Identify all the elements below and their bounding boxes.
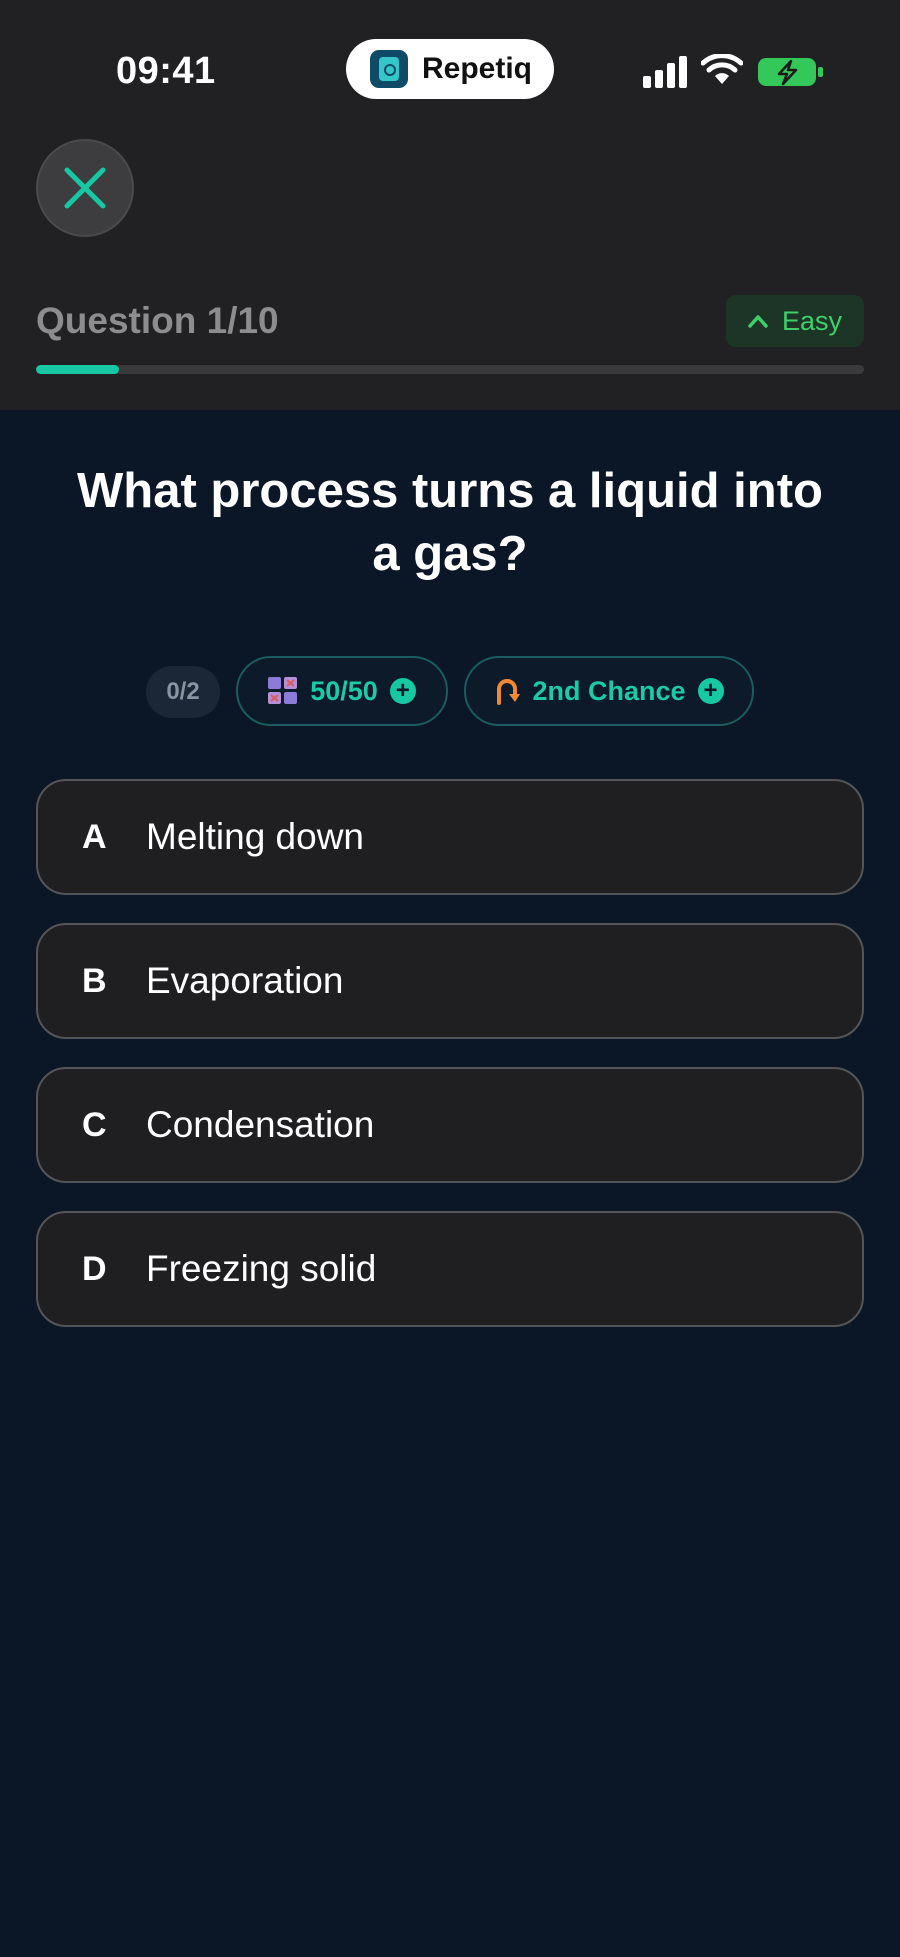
second-chance-button[interactable]: 2nd Chance + bbox=[464, 656, 754, 726]
difficulty-badge: Easy bbox=[726, 295, 864, 347]
battery-charging-icon bbox=[758, 58, 823, 86]
answer-letter: A bbox=[82, 817, 107, 856]
status-time: 09:41 bbox=[116, 50, 216, 92]
quiz-progress-fill bbox=[36, 365, 119, 374]
second-chance-icon bbox=[497, 679, 521, 705]
chevron-up-icon bbox=[748, 315, 768, 328]
answer-text: Freezing solid bbox=[146, 1248, 377, 1289]
fifty-fifty-icon bbox=[268, 677, 298, 704]
answer-option-c[interactable]: C Condensation bbox=[36, 1067, 864, 1183]
answer-letter: B bbox=[82, 961, 107, 1000]
answer-option-a[interactable]: A Melting down bbox=[36, 779, 864, 895]
answer-text: Evaporation bbox=[146, 960, 344, 1001]
question-text: What process turns a liquid into a gas? bbox=[77, 464, 823, 581]
answer-option-d[interactable]: D Freezing solid bbox=[36, 1211, 864, 1327]
add-fifty-fifty-icon: + bbox=[389, 678, 416, 704]
difficulty-label: Easy bbox=[781, 305, 843, 336]
answer-letter: C bbox=[82, 1105, 107, 1144]
app-name: Repetiq bbox=[422, 52, 533, 85]
app-indicator-pill[interactable]: Repetiq bbox=[346, 39, 554, 99]
cellular-signal-icon bbox=[643, 56, 687, 88]
wifi-icon bbox=[701, 54, 743, 84]
close-quiz-button[interactable] bbox=[36, 139, 134, 237]
second-chance-label: 2nd Chance bbox=[532, 675, 686, 706]
answer-letter: D bbox=[82, 1249, 107, 1288]
close-icon bbox=[64, 167, 106, 209]
answer-option-b[interactable]: B Evaporation bbox=[36, 923, 864, 1039]
lifelines-row: 0/2 50/50 + 2nd Chance + bbox=[0, 656, 900, 726]
quiz-header: 09:41 Repetiq Question 1/10 Easy bbox=[0, 0, 900, 410]
answer-options: A Melting down B Evaporation C Condensat… bbox=[36, 779, 864, 1355]
fifty-fifty-label: 50/50 bbox=[310, 675, 378, 706]
answer-text: Melting down bbox=[146, 816, 365, 857]
lifeline-counter: 0/2 bbox=[146, 666, 220, 718]
quiz-progress-bar bbox=[36, 365, 864, 374]
question-counter: Question 1/10 bbox=[36, 300, 279, 341]
app-logo-icon bbox=[370, 50, 408, 88]
answer-text: Condensation bbox=[146, 1104, 375, 1145]
add-second-chance-icon: + bbox=[697, 678, 724, 704]
fifty-fifty-button[interactable]: 50/50 + bbox=[236, 656, 448, 726]
